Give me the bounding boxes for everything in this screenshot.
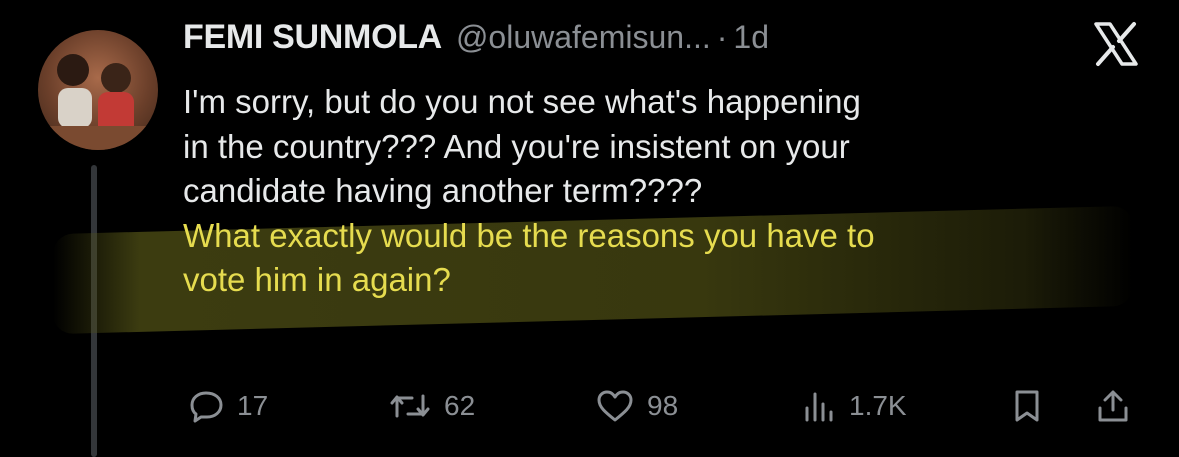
text-line: candidate having another term????: [183, 172, 703, 209]
like-button[interactable]: 98: [595, 388, 678, 424]
text-line: I'm sorry, but do you not see what's hap…: [183, 83, 861, 120]
highlighted-line: What exactly would be the reasons you ha…: [183, 216, 875, 254]
bookmark-icon: [1015, 390, 1039, 422]
tweet-text: I'm sorry, but do you not see what's hap…: [53, 80, 1153, 334]
separator: ·: [716, 19, 728, 55]
views-icon: [805, 392, 833, 422]
views-button[interactable]: 1.7K: [801, 388, 907, 424]
repost-count: 62: [444, 390, 476, 421]
avatar[interactable]: [38, 30, 158, 150]
x-logo-icon[interactable]: [1092, 20, 1140, 68]
share-icon: [1098, 390, 1128, 422]
views-count: 1.7K: [849, 390, 907, 421]
repost-icon: [390, 394, 430, 418]
action-bar: 17 62 98 1.7K: [183, 388, 1143, 438]
text-line: in the country??? And you're insistent o…: [183, 127, 850, 165]
author-name[interactable]: FEMI SUNMOLA: [183, 18, 442, 57]
like-count: 98: [647, 390, 679, 421]
tweet-header: FEMI SUNMOLA @oluwafemisun... · 1d: [183, 18, 769, 68]
highlighted-passage: What exactly would be the reasons you ha…: [53, 205, 1153, 334]
highlighted-line: vote him in again?: [183, 261, 451, 298]
like-icon: [597, 390, 633, 422]
bookmark-button[interactable]: [1009, 388, 1045, 424]
timestamp[interactable]: 1d: [733, 19, 769, 56]
reply-button[interactable]: 17: [189, 388, 268, 424]
repost-button[interactable]: 62: [388, 388, 475, 424]
author-handle[interactable]: @oluwafemisun...: [456, 19, 711, 56]
reply-icon: [190, 391, 223, 423]
reply-count: 17: [237, 390, 269, 421]
share-button[interactable]: [1095, 388, 1131, 424]
